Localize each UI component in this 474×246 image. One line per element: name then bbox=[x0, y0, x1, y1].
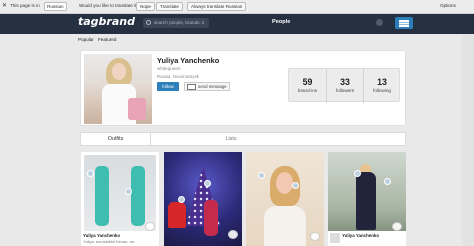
translate-button[interactable]: Translate bbox=[156, 2, 183, 11]
tab-outfits[interactable]: Outfits bbox=[81, 133, 151, 146]
tag-pin-icon[interactable] bbox=[178, 196, 185, 203]
send-message-button[interactable]: send message bbox=[184, 82, 230, 91]
card-caption: Yuliya Yanchenko bbox=[328, 231, 406, 246]
tag-pin-icon[interactable] bbox=[87, 170, 94, 177]
logo[interactable]: tagbrand bbox=[78, 15, 135, 28]
outfit-card[interactable]: Yuliya Yanchenko bbox=[328, 152, 406, 246]
nope-button[interactable]: Nope bbox=[136, 2, 155, 11]
card-caption: Yuliya Yanchenko Yuliya, euroskibkil Kir… bbox=[81, 231, 159, 246]
translate-prefix: This page is in bbox=[10, 3, 40, 8]
tag-pin-icon[interactable] bbox=[384, 178, 391, 185]
translate-question: Would you like to translate it? bbox=[79, 3, 139, 8]
sub-nav: Popular Featured bbox=[0, 34, 474, 44]
stat-brand-ins[interactable]: 59 brand-ins bbox=[289, 69, 326, 103]
stat-following[interactable]: 13 following bbox=[363, 69, 400, 103]
profile-name: Yuliya Yanchenko bbox=[157, 56, 220, 65]
stat-label: brand-ins bbox=[297, 88, 318, 93]
card-author[interactable]: Yuliya Yanchenko bbox=[83, 233, 120, 238]
stat-label: followers bbox=[335, 88, 355, 93]
follow-button[interactable]: follow bbox=[157, 82, 179, 91]
stat-value: 13 bbox=[377, 77, 387, 87]
menu-icon bbox=[399, 20, 409, 22]
options-link[interactable]: Options bbox=[440, 3, 456, 8]
nav-people[interactable]: People bbox=[272, 19, 290, 25]
always-translate-button[interactable]: Always translate Russian bbox=[187, 2, 247, 11]
search-placeholder: search people, brands, it bbox=[154, 20, 205, 25]
tag-pin-icon[interactable] bbox=[125, 188, 132, 195]
stat-value: 59 bbox=[302, 77, 313, 87]
translate-bar: ✕ This page is in Russian Would you like… bbox=[0, 0, 474, 14]
nav-popular[interactable]: Popular bbox=[78, 37, 94, 42]
heart-icon[interactable] bbox=[228, 230, 238, 239]
scrollbar[interactable] bbox=[462, 34, 474, 246]
tab-lists[interactable]: Lists bbox=[206, 133, 256, 146]
profile-location: Russia, Novorossiysk bbox=[157, 74, 199, 79]
nav-featured[interactable]: Featured bbox=[98, 37, 116, 42]
heart-icon[interactable] bbox=[310, 232, 320, 241]
tag-pin-icon[interactable] bbox=[354, 170, 361, 177]
profile-handle: whitequeen bbox=[157, 66, 181, 71]
search-input[interactable]: search people, brands, it bbox=[143, 18, 209, 28]
stat-value: 33 bbox=[340, 77, 350, 87]
profile-tabs: Outfits Lists bbox=[80, 132, 406, 146]
profile-stats: 59 brand-ins 33 followers 13 following bbox=[288, 68, 400, 103]
card-author[interactable]: Yuliya Yanchenko bbox=[342, 233, 379, 238]
language-select[interactable]: Russian bbox=[44, 2, 67, 11]
tag-pin-icon[interactable] bbox=[292, 182, 299, 189]
profile-photo bbox=[84, 54, 152, 124]
close-icon[interactable]: ✕ bbox=[2, 2, 7, 9]
heart-icon[interactable] bbox=[145, 222, 155, 231]
outfit-card[interactable]: Yuliya Yanchenko Yuliya, euroskibkil Kir… bbox=[81, 152, 159, 246]
send-message-label: send message bbox=[198, 84, 227, 89]
notification-icon[interactable] bbox=[376, 19, 383, 26]
card-description: Yuliya, euroskibkil Kirvan, vie bbox=[83, 239, 135, 244]
stat-followers[interactable]: 33 followers bbox=[326, 69, 363, 103]
heart-icon[interactable] bbox=[392, 222, 402, 231]
outfit-card[interactable] bbox=[164, 152, 242, 246]
search-icon bbox=[146, 20, 151, 25]
tag-pin-icon[interactable] bbox=[204, 180, 211, 187]
compose-button[interactable] bbox=[395, 17, 413, 29]
outfit-card[interactable] bbox=[246, 152, 324, 246]
avatar bbox=[330, 233, 340, 243]
stat-label: following bbox=[373, 88, 391, 93]
envelope-icon bbox=[187, 84, 196, 90]
tag-pin-icon[interactable] bbox=[258, 172, 265, 179]
